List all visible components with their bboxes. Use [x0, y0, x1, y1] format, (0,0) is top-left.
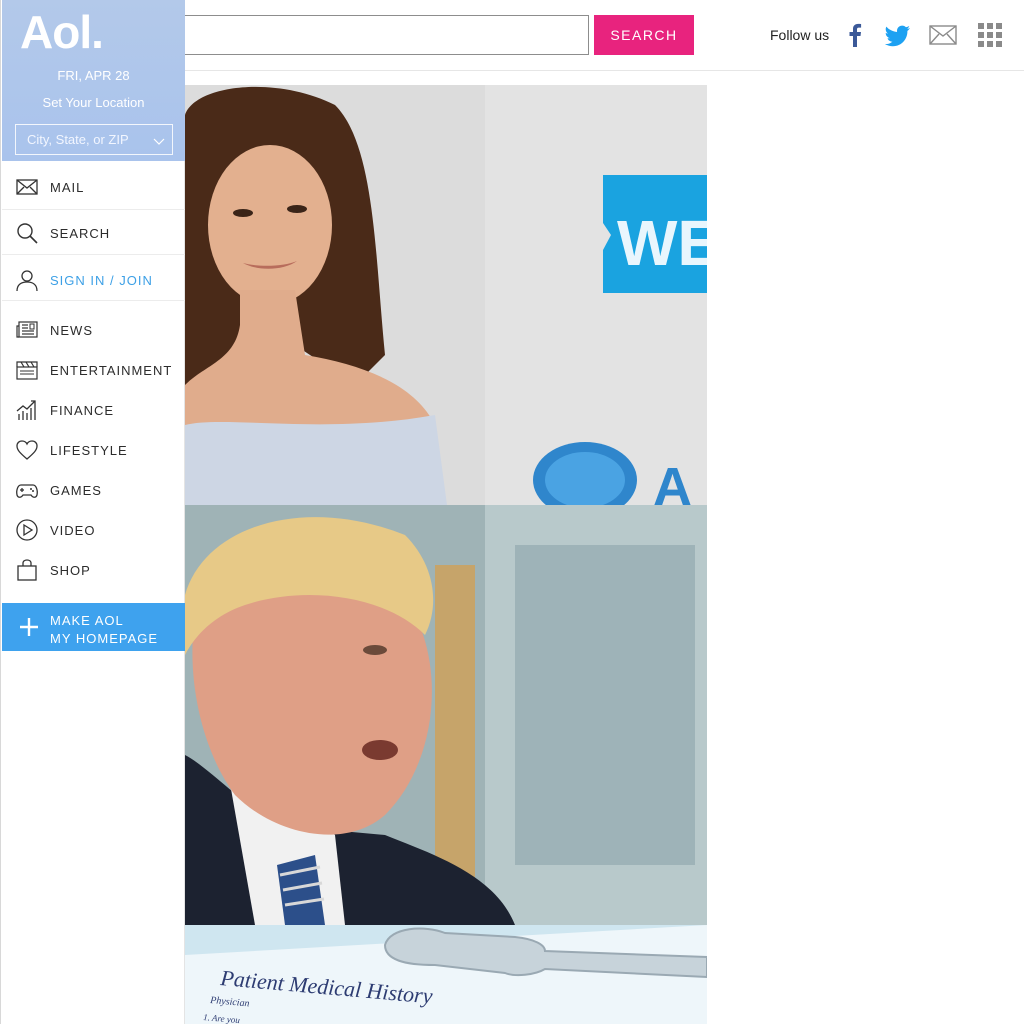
- divider: [2, 254, 185, 255]
- medical-form-photo: Patient Medical History Physician 1. Are…: [185, 925, 707, 1024]
- shopping-bag-icon: [17, 559, 37, 581]
- sidebar-item-label: VIDEO: [50, 522, 96, 538]
- svg-text:Aol.: Aol.: [20, 10, 103, 54]
- gamepad-icon: [16, 484, 38, 498]
- sidebar-item-label: SHOP: [50, 562, 91, 578]
- plus-icon: [20, 618, 38, 636]
- mail-icon: [16, 179, 38, 195]
- user-icon: [16, 270, 38, 292]
- sidebar-item-entertainment[interactable]: ENTERTAINMENT: [2, 350, 185, 390]
- make-homepage-button[interactable]: MAKE AOL MY HOMEPAGE: [2, 603, 185, 651]
- chevron-down-icon: [153, 138, 165, 145]
- clapperboard-icon: [16, 361, 38, 380]
- play-icon: [16, 519, 38, 541]
- sidebar-item-sign-in[interactable]: SIGN IN / JOIN: [2, 260, 185, 300]
- sidebar-item-label: MAIL: [50, 179, 85, 195]
- heart-icon: [16, 440, 38, 460]
- sidebar-item-label: GAMES: [50, 482, 102, 498]
- sidebar-item-search[interactable]: SEARCH: [2, 213, 185, 253]
- news-card-2[interactable]: [185, 505, 707, 925]
- sidebar-item-mail[interactable]: MAIL: [2, 167, 185, 207]
- svg-text:1. Are you: 1. Are you: [203, 1012, 241, 1024]
- sidebar-item-label: SEARCH: [50, 225, 111, 241]
- svg-text:WE: WE: [617, 207, 707, 279]
- aol-logo[interactable]: Aol.: [20, 10, 170, 54]
- sidebar-header: Aol. FRI, APR 28 Set Your Location: [2, 0, 185, 161]
- sidebar-item-label: ENTERTAINMENT: [50, 362, 173, 378]
- news-card-1[interactable]: WE A: [185, 85, 707, 505]
- header: SEARCH Follow us: [185, 0, 1024, 71]
- make-homepage-label-line2: MY HOMEPAGE: [50, 631, 159, 646]
- sidebar-item-label: FINANCE: [50, 402, 115, 418]
- sidebar: Aol. FRI, APR 28 Set Your Location MAIL …: [0, 0, 185, 1024]
- newspaper-icon: [16, 321, 38, 338]
- search-input[interactable]: [185, 15, 589, 55]
- sidebar-item-video[interactable]: VIDEO: [2, 510, 185, 550]
- sidebar-item-games[interactable]: GAMES: [2, 470, 185, 510]
- sidebar-item-shop[interactable]: SHOP: [2, 550, 185, 590]
- sidebar-item-news[interactable]: NEWS: [2, 310, 185, 350]
- sidebar-item-finance[interactable]: FINANCE: [2, 390, 185, 430]
- divider: [2, 209, 185, 210]
- chart-icon: [16, 400, 36, 420]
- facebook-icon[interactable]: [840, 20, 870, 50]
- woman-portrait-photo: WE A: [185, 85, 707, 505]
- twitter-icon[interactable]: [883, 20, 913, 50]
- search-button[interactable]: SEARCH: [594, 15, 694, 55]
- location-input[interactable]: [15, 124, 173, 155]
- divider: [2, 300, 185, 301]
- envelope-icon[interactable]: [928, 20, 958, 50]
- sidebar-item-label: LIFESTYLE: [50, 442, 128, 458]
- follow-us-label: Follow us: [770, 27, 830, 43]
- sidebar-item-label: NEWS: [50, 322, 93, 338]
- set-location-label: Set Your Location: [42, 95, 145, 110]
- sidebar-item-lifestyle[interactable]: LIFESTYLE: [2, 430, 185, 470]
- sidebar-item-label: SIGN IN / JOIN: [50, 272, 153, 288]
- news-card-3[interactable]: Patient Medical History Physician 1. Are…: [185, 925, 707, 1024]
- man-speaking-photo: [185, 505, 707, 925]
- current-date: FRI, APR 28: [57, 68, 130, 83]
- grid-menu-icon[interactable]: [975, 20, 1005, 50]
- make-homepage-label-line1: MAKE AOL: [50, 613, 124, 628]
- svg-text:A: A: [653, 457, 692, 505]
- search-icon: [17, 223, 38, 244]
